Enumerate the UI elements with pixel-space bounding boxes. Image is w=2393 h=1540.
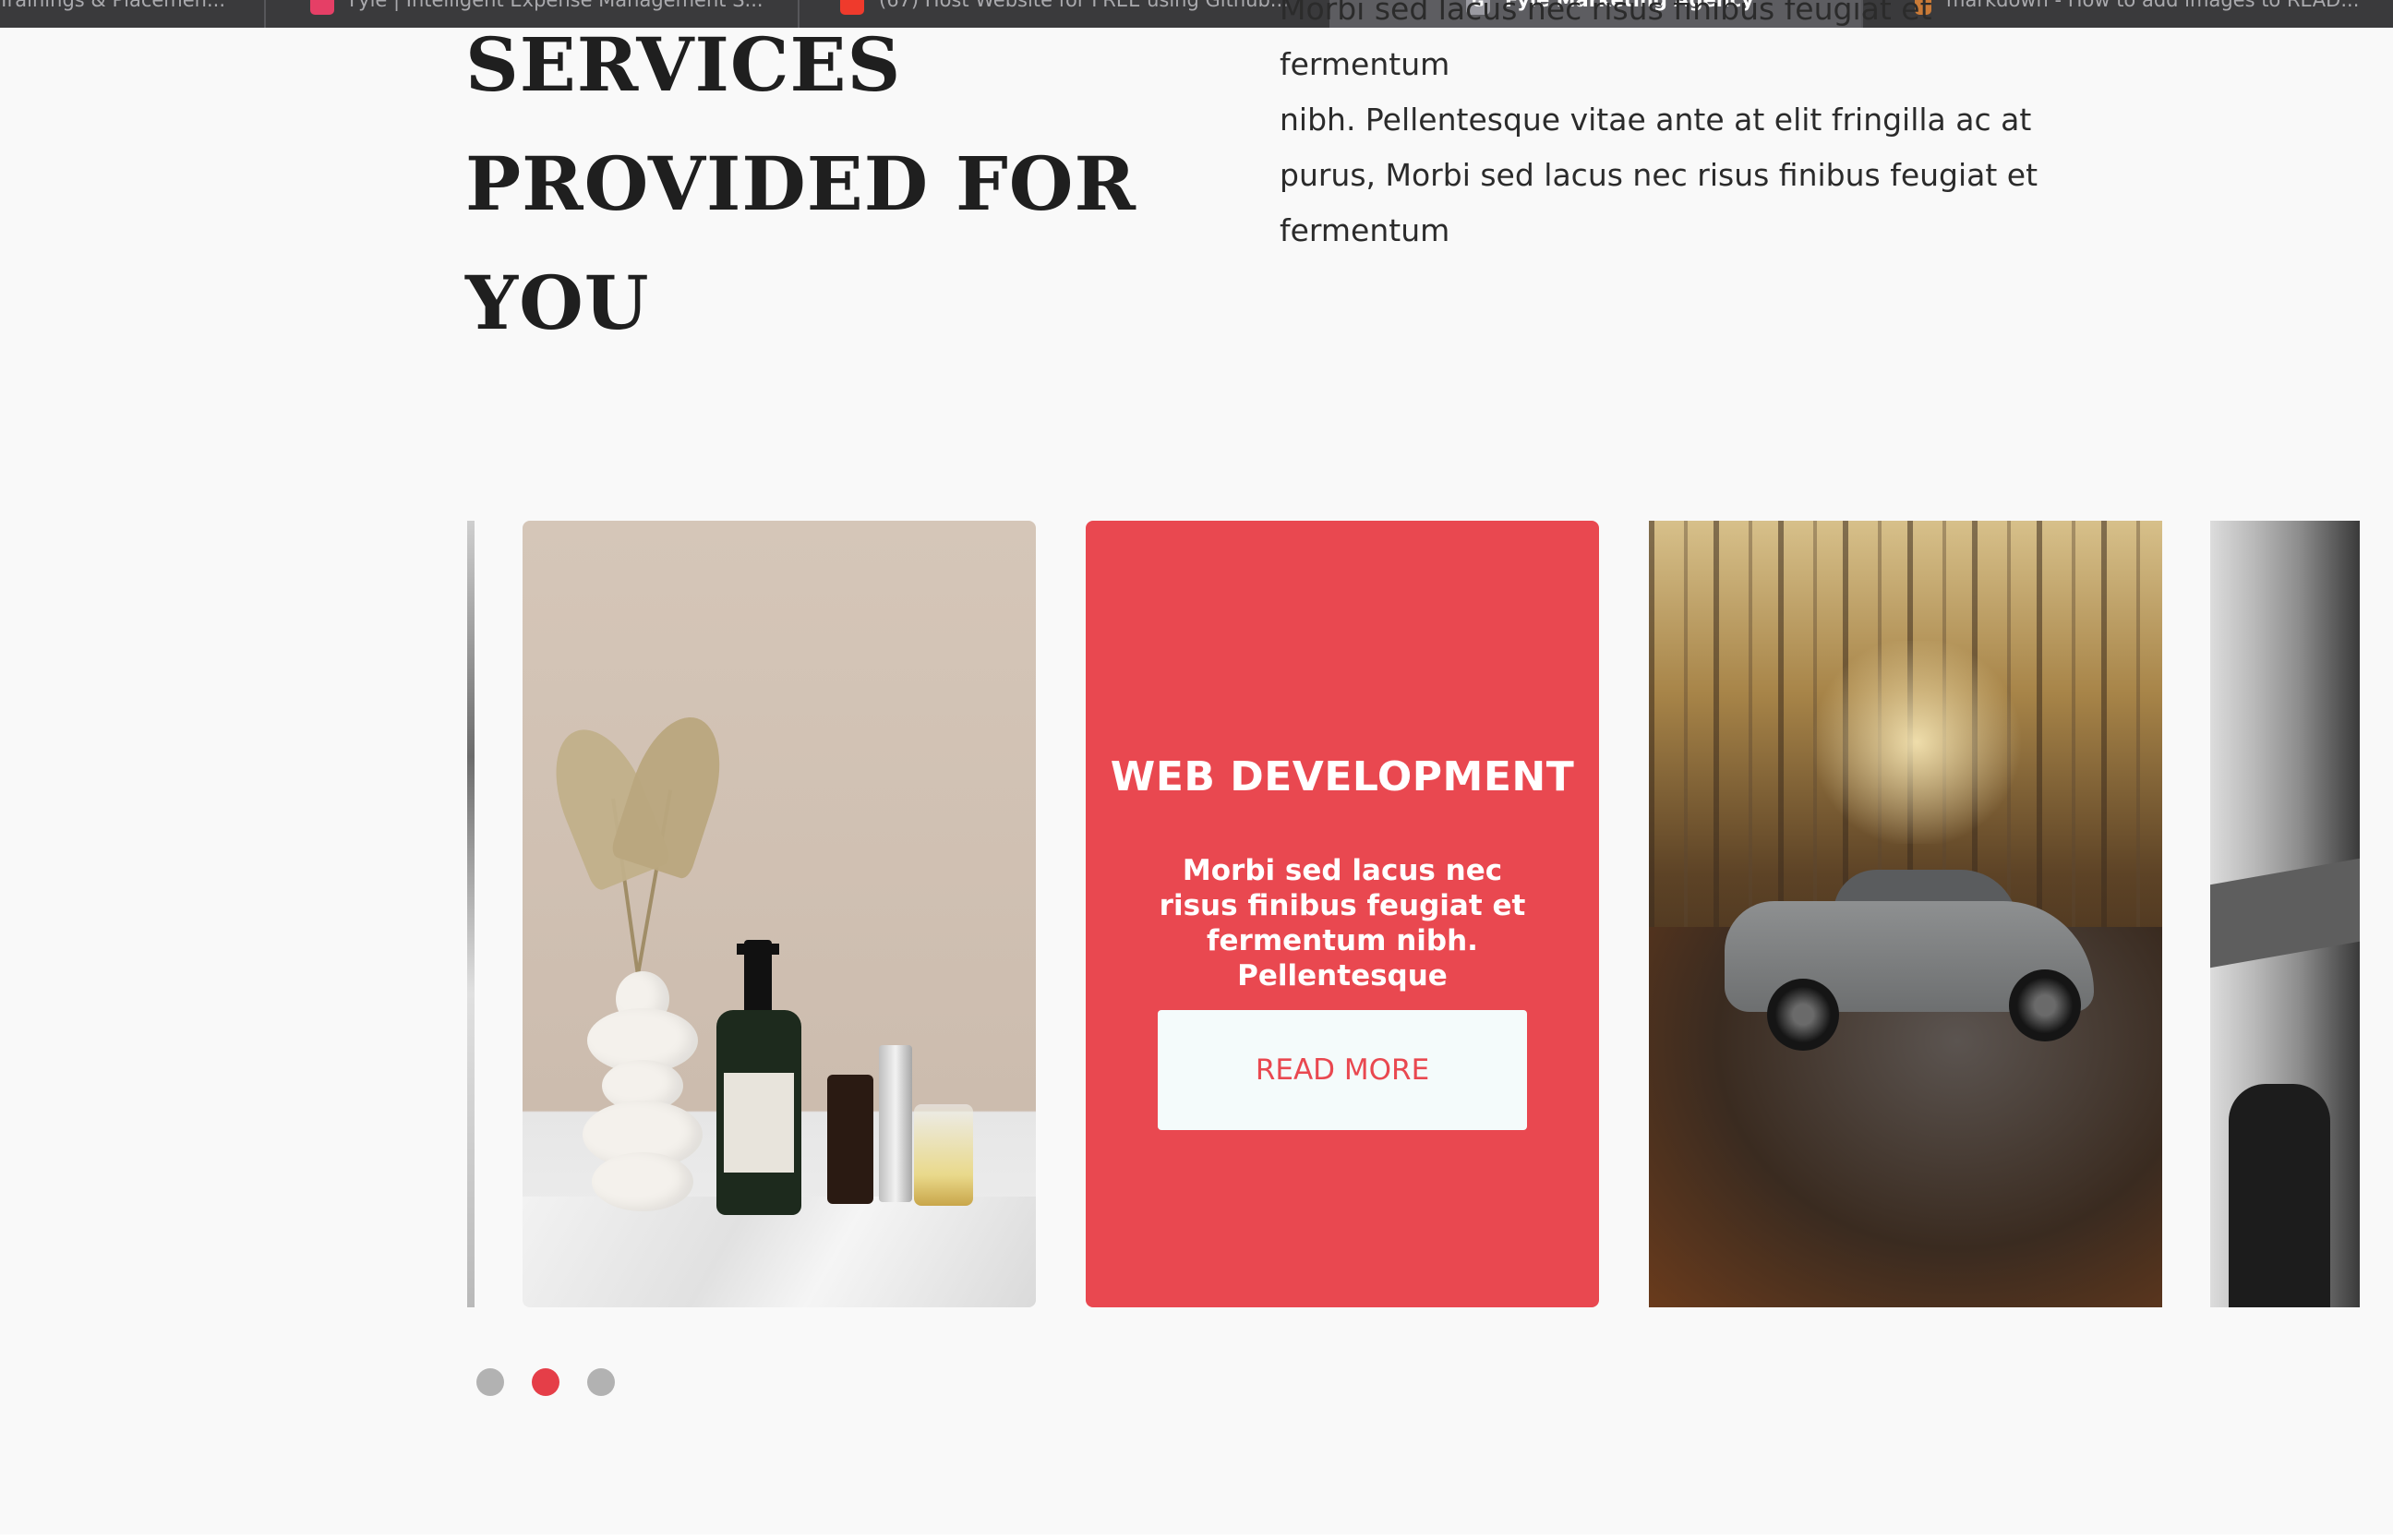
page-bottom-edge xyxy=(0,1534,2393,1540)
dried-palm-leaf xyxy=(608,705,738,881)
car-in-forest-photo-card[interactable] xyxy=(1649,521,2162,1307)
car-wheel xyxy=(1767,979,1839,1051)
section-intro: Morbi sed lacus nec risus finibus feugia… xyxy=(1280,0,2092,259)
title-line: PROVIDED FOR xyxy=(465,140,1136,227)
white-vase xyxy=(582,971,703,1211)
carousel-card-partial-left[interactable] xyxy=(467,521,475,1307)
black-and-white-photo-card[interactable] xyxy=(2210,521,2360,1307)
service-card-web-development[interactable]: WEB DEVELOPMENT Morbi sed lacus nec risu… xyxy=(1086,521,1599,1307)
sunlight-glow xyxy=(1806,641,2027,844)
carousel-dot[interactable] xyxy=(587,1368,615,1396)
title-line: SERVICES xyxy=(465,21,902,108)
tab-title: Trainings & Placemen... xyxy=(0,0,225,11)
bw-post xyxy=(2229,1084,2330,1307)
read-more-button[interactable]: READ MORE xyxy=(1158,1010,1527,1130)
cosmetic-tube xyxy=(879,1045,912,1202)
intro-line: fermentum xyxy=(1280,212,1450,248)
perfume-bottle xyxy=(914,1104,973,1206)
intro-line: purus, Morbi sed lacus nec risus finibus… xyxy=(1280,157,2038,193)
service-description: Morbi sed lacus nec risus finibus feugia… xyxy=(1159,854,1526,993)
pump xyxy=(744,940,772,1014)
fyle-icon xyxy=(310,0,334,15)
serum-bottle xyxy=(827,1075,873,1204)
soap-bottle xyxy=(716,1010,801,1215)
carousel-dot[interactable] xyxy=(476,1368,504,1396)
bw-building-roof xyxy=(2210,858,2360,969)
section-title: SERVICES PROVIDED FOR YOU xyxy=(465,6,1136,363)
services-carousel[interactable]: WEB DEVELOPMENT Morbi sed lacus nec risu… xyxy=(467,521,2360,1307)
carousel-dot-active[interactable] xyxy=(532,1368,559,1396)
title-line: YOU xyxy=(465,259,650,346)
intro-line: nibh. Pellentesque vitae ante at elit fr… xyxy=(1280,102,2032,138)
intro-line: Morbi sed lacus nec risus finibus feugia… xyxy=(1280,0,1932,82)
bottle-label xyxy=(724,1073,794,1173)
browser-tab[interactable]: Trainings & Placemen... xyxy=(0,0,266,28)
car-wheel xyxy=(2009,969,2081,1041)
service-title: WEB DEVELOPMENT xyxy=(1110,753,1575,800)
page: Trainings & Placemen... Fyle | Intellige… xyxy=(0,0,2393,1540)
products-photo-card[interactable] xyxy=(523,521,1036,1307)
carousel-pagination xyxy=(476,1368,615,1396)
